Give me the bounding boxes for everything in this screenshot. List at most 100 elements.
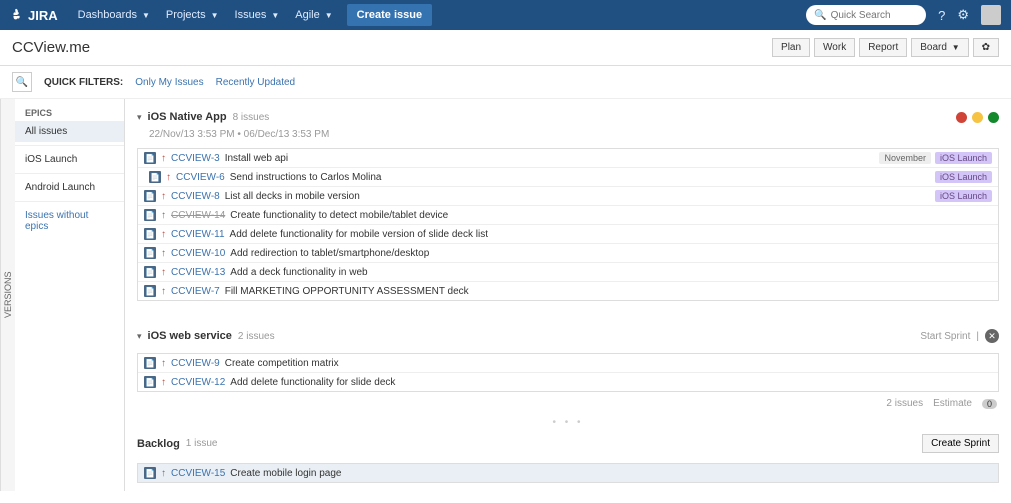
filter-recently-updated[interactable]: Recently Updated: [216, 77, 296, 88]
issue-key-link[interactable]: CCVIEW-9: [171, 358, 220, 369]
settings-icon[interactable]: ⚙: [957, 7, 969, 23]
sidebar-issues-without-epics[interactable]: Issues without epics: [15, 205, 124, 237]
versions-tab[interactable]: VERSIONS: [0, 99, 15, 491]
issue-row[interactable]: 📄↑CCVIEW-12Add delete functionality for …: [138, 373, 998, 391]
sprint-dates: 22/Nov/13 3:53 PM • 06/Dec/13 3:53 PM: [137, 127, 999, 148]
issue-type-icon: 📄: [144, 228, 156, 240]
search-icon: 🔍: [16, 77, 28, 88]
logo[interactable]: JIRA: [10, 8, 58, 23]
collapse-icon[interactable]: ▾: [137, 112, 142, 123]
issue-row[interactable]: 📄↑CCVIEW-7Fill MARKETING OPPORTUNITY ASS…: [138, 282, 998, 300]
sprint-title: iOS Native App: [148, 111, 227, 123]
nav-projects[interactable]: Projects▼: [158, 9, 227, 21]
quick-filters-label: QUICK FILTERS:: [44, 77, 123, 88]
backlog-content: ▾ iOS Native App 8 issues 22/Nov/13 3:53…: [125, 99, 1011, 491]
sprint-title: iOS web service: [148, 330, 232, 342]
issue-key-link[interactable]: CCVIEW-11: [171, 229, 225, 240]
issue-row[interactable]: 📄 ↑ CCVIEW-9 Create competition matrix: [138, 354, 998, 373]
plan-button[interactable]: Plan: [772, 38, 810, 57]
create-sprint-button[interactable]: Create Sprint: [922, 434, 999, 453]
epic-tag[interactable]: iOS Launch: [935, 171, 992, 183]
chevron-down-icon: ▼: [211, 11, 219, 20]
estimate-badge: 0: [982, 399, 997, 409]
priority-icon: ↑: [161, 191, 166, 202]
issue-row[interactable]: 📄↑CCVIEW-3Install web apiNovemberiOS Lau…: [138, 149, 998, 168]
issue-type-icon: 📄: [144, 266, 156, 278]
epic-tag[interactable]: iOS Launch: [935, 152, 992, 164]
status-green-icon: [988, 112, 999, 123]
user-avatar[interactable]: [981, 5, 1001, 25]
filter-only-my-issues[interactable]: Only My Issues: [135, 77, 203, 88]
work-button[interactable]: Work: [814, 38, 855, 57]
sidebar-item-android-launch[interactable]: Android Launch: [15, 177, 124, 198]
issue-row[interactable]: 📄↑CCVIEW-6Send instructions to Carlos Mo…: [138, 168, 998, 187]
start-sprint-link: Start Sprint: [920, 331, 970, 342]
issue-summary: Install web api: [225, 153, 288, 164]
issue-summary: Add a deck functionality in web: [230, 267, 367, 278]
priority-icon: ↑: [161, 358, 166, 369]
issue-key-link[interactable]: CCVIEW-8: [171, 191, 220, 202]
issue-row[interactable]: 📄↑CCVIEW-11Add delete functionality for …: [138, 225, 998, 244]
issue-row[interactable]: 📄↑CCVIEW-8List all decks in mobile versi…: [138, 187, 998, 206]
issue-type-icon: 📄: [144, 285, 156, 297]
issue-key-link[interactable]: CCVIEW-7: [171, 286, 220, 297]
quick-search-input[interactable]: [831, 10, 911, 21]
report-button[interactable]: Report: [859, 38, 907, 57]
issue-summary: Create competition matrix: [225, 358, 339, 369]
chevron-down-icon: ▼: [142, 11, 150, 20]
drag-handle-icon[interactable]: • • •: [137, 415, 999, 430]
logo-text: JIRA: [28, 8, 58, 23]
issue-type-icon: 📄: [144, 209, 156, 221]
issue-tags: iOS Launch: [935, 190, 992, 202]
issue-row[interactable]: 📄↑CCVIEW-10Add redirection to tablet/sma…: [138, 244, 998, 263]
issue-row[interactable]: 📄 ↑ CCVIEW-13 Add a deck functionality in w…: [138, 263, 998, 282]
create-issue-button[interactable]: Create issue: [347, 4, 432, 26]
epics-sidebar: EPICS All issues iOS Launch Android Laun…: [15, 99, 125, 491]
issue-row[interactable]: 📄↑CCVIEW-14Create functionality to detec…: [138, 206, 998, 225]
help-icon[interactable]: ?: [938, 8, 945, 23]
delete-sprint-button[interactable]: ✕: [985, 329, 999, 343]
sidebar-item-ios-launch[interactable]: iOS Launch: [15, 149, 124, 170]
sidebar-item-all-issues[interactable]: All issues: [15, 121, 124, 142]
board-button[interactable]: Board ▼: [911, 38, 968, 57]
issue-type-icon: 📄: [144, 247, 156, 259]
sprint-header-ios-web: ▾ iOS web service 2 issues Start Sprint …: [137, 325, 999, 347]
issue-list: 📄 ↑ CCVIEW-9 Create competition matrix 📄↑CCV…: [137, 353, 999, 392]
backlog-count: 1 issue: [186, 438, 218, 449]
issue-key-link[interactable]: CCVIEW-3: [171, 153, 220, 164]
sprint-footer: 2 issues Estimate 0: [137, 392, 999, 415]
topbar: JIRA Dashboards▼ Projects▼ Issues▼ Agile…: [0, 0, 1011, 30]
priority-icon: ↑: [161, 153, 166, 164]
sprint-count: 2 issues: [238, 331, 275, 342]
issue-key-link[interactable]: CCVIEW-14: [171, 210, 225, 221]
issue-key-link[interactable]: CCVIEW-13: [171, 267, 225, 278]
issue-summary: Add redirection to tablet/smartphone/des…: [230, 248, 429, 259]
epic-tag[interactable]: iOS Launch: [935, 190, 992, 202]
priority-icon: ↑: [161, 267, 166, 278]
footer-issue-count: 2 issues: [886, 398, 923, 409]
issue-key-link[interactable]: CCVIEW-15: [171, 468, 225, 479]
issue-list: 📄↑CCVIEW-15Create mobile login page: [137, 463, 999, 483]
epics-heading: EPICS: [15, 105, 124, 121]
nav-dashboards[interactable]: Dashboards▼: [70, 9, 158, 21]
issue-type-icon: 📄: [144, 357, 156, 369]
backlog-title: Backlog: [137, 438, 180, 450]
issue-key-link[interactable]: CCVIEW-10: [171, 248, 225, 259]
filter-search-button[interactable]: 🔍: [12, 72, 32, 92]
nav-agile[interactable]: Agile▼: [287, 9, 340, 21]
priority-icon: ↑: [166, 172, 171, 183]
quick-search[interactable]: 🔍: [806, 5, 926, 25]
status-red-icon: [956, 112, 967, 123]
issue-key-link[interactable]: CCVIEW-6: [176, 172, 225, 183]
nav-issues[interactable]: Issues▼: [227, 9, 288, 21]
priority-icon: ↑: [161, 229, 166, 240]
issue-key-link[interactable]: CCVIEW-12: [171, 377, 225, 388]
collapse-icon[interactable]: ▾: [137, 331, 142, 342]
sprint-count: 8 issues: [233, 112, 270, 123]
board-config-button[interactable]: ✿: [973, 38, 999, 57]
status-lights: [956, 112, 999, 123]
issue-type-icon: 📄: [149, 171, 161, 183]
issue-row[interactable]: 📄↑CCVIEW-15Create mobile login page: [138, 464, 998, 482]
priority-icon: ↑: [161, 210, 166, 221]
epic-tag[interactable]: November: [879, 152, 931, 164]
